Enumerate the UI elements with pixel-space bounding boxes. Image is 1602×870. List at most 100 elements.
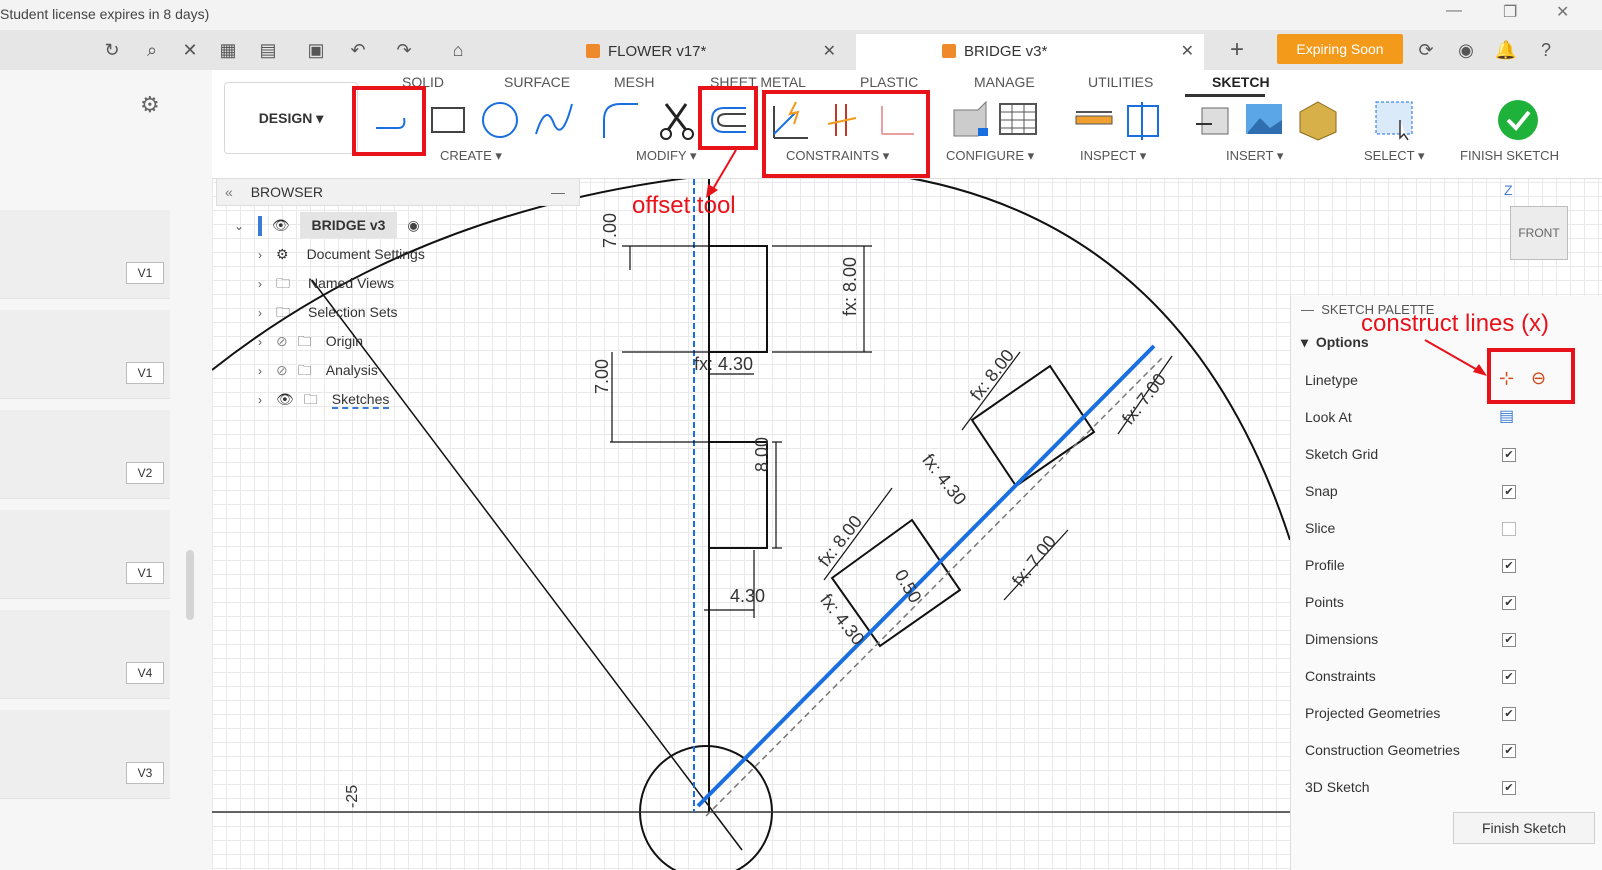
dimension-label[interactable]: fx: 8.00	[840, 257, 861, 316]
close-window-icon[interactable]: ✕	[1556, 2, 1569, 22]
group-configure[interactable]: CONFIGURE ▾	[946, 148, 1034, 164]
options-section[interactable]: ▾ Options	[1301, 334, 1369, 351]
projected-geometries-checkbox[interactable]: ✔	[1502, 707, 1516, 721]
measure-icon[interactable]	[1072, 98, 1116, 142]
browser-root[interactable]: ⌄ 👁 BRIDGE v3 ◉	[234, 212, 420, 238]
version-card[interactable]: V1	[0, 310, 170, 399]
select-tool-icon[interactable]	[1372, 98, 1416, 142]
viewcube[interactable]: FRONT	[1510, 206, 1568, 260]
extensions-icon[interactable]: ⟳	[1414, 38, 1438, 62]
insert-derive-icon[interactable]	[1192, 98, 1236, 142]
save-icon[interactable]: ▣	[304, 38, 328, 62]
dimension-label[interactable]: 7.00	[592, 359, 613, 394]
browser-item[interactable]: › ⚙ Document Settings	[258, 241, 425, 267]
tab-bridge[interactable]: BRIDGE v3* ✕	[856, 34, 1204, 70]
version-badge[interactable]: V4	[126, 662, 164, 684]
constraints-checkbox[interactable]: ✔	[1502, 670, 1516, 684]
eye-icon[interactable]: 👁	[276, 391, 294, 407]
scrollbar[interactable]	[186, 550, 194, 620]
group-modify[interactable]: MODIFY ▾	[636, 148, 696, 164]
eye-icon[interactable]: 👁	[272, 217, 290, 233]
centerline-linetype-icon[interactable]: ⊖	[1531, 368, 1546, 389]
spline-tool[interactable]	[532, 98, 576, 142]
new-tab-icon[interactable]: +	[1225, 38, 1249, 62]
chevron-right-icon[interactable]: ›	[258, 277, 262, 291]
tab-manage[interactable]: MANAGE	[974, 74, 1035, 90]
browser-item[interactable]: › 🗀 Named Views	[258, 270, 394, 296]
gear-icon[interactable]: ⚙	[140, 92, 160, 118]
activate-radio-icon[interactable]: ◉	[407, 217, 419, 233]
dimension-label[interactable]: 7.00	[600, 213, 621, 248]
tab-surface[interactable]: SURFACE	[504, 74, 570, 90]
tab-close-icon[interactable]: ✕	[823, 34, 836, 70]
version-card[interactable]: V4	[0, 610, 170, 699]
group-insert[interactable]: INSERT ▾	[1226, 148, 1283, 164]
version-badge[interactable]: V1	[126, 262, 164, 284]
dimension-label[interactable]: 4.30	[730, 586, 765, 607]
tab-plastic[interactable]: PLASTIC	[860, 74, 918, 90]
version-badge[interactable]: V2	[126, 462, 164, 484]
finish-sketch-button[interactable]: Finish Sketch	[1453, 812, 1595, 844]
version-card[interactable]: V3	[0, 710, 170, 799]
tab-mesh[interactable]: MESH	[614, 74, 654, 90]
slice-checkbox[interactable]	[1502, 522, 1516, 536]
collapse-icon[interactable]: «	[225, 184, 233, 200]
browser-item[interactable]: › ⊘ 🗀 Analysis	[258, 357, 378, 383]
minimize-panel-icon[interactable]: —	[551, 179, 565, 205]
restore-icon[interactable]: ❐	[1503, 2, 1517, 22]
fillet-tool[interactable]	[598, 98, 642, 142]
search-icon[interactable]: ⌕	[140, 38, 164, 62]
dimension-label[interactable]: fx: 4.30	[694, 354, 753, 375]
trim-scissors-icon[interactable]	[656, 98, 700, 142]
version-card[interactable]: V2	[0, 410, 170, 499]
refresh-icon[interactable]: ↻	[100, 38, 124, 62]
circle-tool[interactable]	[478, 98, 522, 142]
hidden-eye-icon[interactable]: ⊘	[276, 362, 288, 378]
version-badge[interactable]: V1	[126, 562, 164, 584]
3d-sketch-checkbox[interactable]: ✔	[1502, 781, 1516, 795]
group-create[interactable]: CREATE ▾	[440, 148, 502, 164]
group-select[interactable]: SELECT ▾	[1364, 148, 1424, 164]
group-inspect[interactable]: INSPECT ▾	[1080, 148, 1146, 164]
notifications-icon[interactable]: 🔔	[1494, 38, 1518, 62]
grid-menu-icon[interactable]: ▦	[216, 38, 240, 62]
help-icon[interactable]: ?	[1534, 38, 1558, 62]
finish-sketch-check-icon[interactable]	[1496, 98, 1540, 142]
home-icon[interactable]: ⌂	[446, 38, 470, 62]
construction-geometries-checkbox[interactable]: ✔	[1502, 744, 1516, 758]
version-card[interactable]: V1	[0, 510, 170, 599]
chevron-right-icon[interactable]: ›	[258, 306, 262, 320]
insert-canvas-image-icon[interactable]	[1242, 98, 1286, 142]
configure-parameters-icon[interactable]	[948, 98, 992, 142]
workspace-switcher[interactable]: DESIGN ▾	[224, 82, 358, 154]
snap-checkbox[interactable]: ✔	[1502, 485, 1516, 499]
construction-linetype-icon[interactable]: ⊹	[1499, 368, 1514, 389]
browser-item[interactable]: › ⊘ 🗀 Origin	[258, 328, 363, 354]
minimize-icon[interactable]: —	[1446, 2, 1462, 20]
profile-checkbox[interactable]: ✔	[1502, 559, 1516, 573]
undo-icon[interactable]: ↶	[346, 38, 370, 62]
dimensions-checkbox[interactable]: ✔	[1502, 633, 1516, 647]
configure-table-icon[interactable]	[996, 98, 1040, 142]
tab-flower[interactable]: FLOWER v17* ✕	[586, 34, 846, 70]
sketch-grid-checkbox[interactable]: ✔	[1502, 448, 1516, 462]
browser-item[interactable]: › 🗀 Selection Sets	[258, 299, 398, 325]
version-card[interactable]: V1	[0, 210, 170, 299]
section-analysis-icon[interactable]	[1122, 98, 1166, 142]
chevron-right-icon[interactable]: ›	[258, 364, 262, 378]
file-icon[interactable]: ▤	[256, 38, 280, 62]
dimension-label[interactable]: 8.00	[752, 437, 773, 472]
tab-close-icon[interactable]: ✕	[1181, 34, 1194, 70]
tab-sketch[interactable]: SKETCH	[1212, 74, 1270, 90]
insert-mesh-icon[interactable]	[1296, 98, 1340, 142]
close-icon[interactable]: ✕	[178, 38, 202, 62]
redo-icon[interactable]: ↷	[392, 38, 416, 62]
look-at-icon[interactable]: ▤	[1499, 406, 1514, 426]
version-badge[interactable]: V3	[126, 762, 164, 784]
expiring-soon-button[interactable]: Expiring Soon	[1277, 34, 1403, 64]
hidden-eye-icon[interactable]: ⊘	[276, 333, 288, 349]
points-checkbox[interactable]: ✔	[1502, 596, 1516, 610]
chevron-right-icon[interactable]: ›	[258, 335, 262, 349]
tab-utilities[interactable]: UTILITIES	[1088, 74, 1153, 90]
rectangle-tool[interactable]	[426, 98, 470, 142]
